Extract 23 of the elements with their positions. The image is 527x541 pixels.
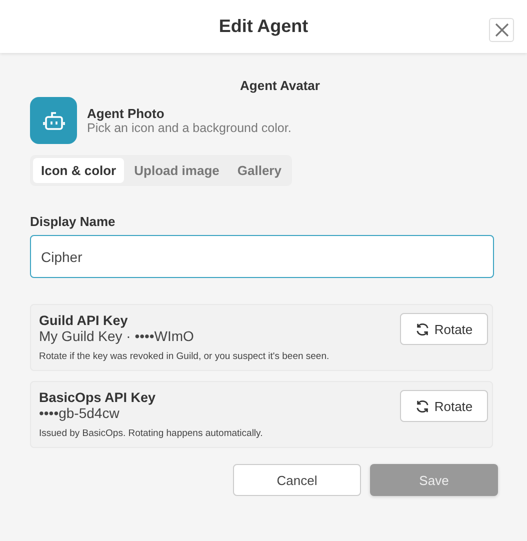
refresh-icon <box>415 322 430 336</box>
key-value: ••••gb-5d4cw <box>39 405 120 421</box>
key-note: Rotate if the key was revoked in Guild, or you suspect it's been seen. <box>39 351 330 362</box>
key-title: BasicOps API Key <box>39 390 156 405</box>
close-button[interactable] <box>489 18 514 42</box>
field-label: Display Name <box>30 214 116 229</box>
refresh-icon <box>415 398 430 414</box>
photo-title: Agent Photo <box>87 106 166 121</box>
key-title: Guild API Key <box>39 313 129 328</box>
photo-hint: Pick an icon and a background color. <box>87 121 292 135</box>
cancel-button[interactable]: Cancel <box>233 464 361 496</box>
key-value: My Guild Key · ••••WImO <box>39 328 194 344</box>
section-heading: Agent Avatar <box>240 78 320 93</box>
rotate-button[interactable]: Rotate <box>400 390 488 422</box>
close-icon <box>494 22 510 38</box>
tab[interactable]: Icon & color <box>33 158 124 183</box>
key-note: Issued by BasicOps. Rotating happens automatically. <box>39 428 264 439</box>
name-field[interactable]: Cipher <box>30 235 494 278</box>
dialog-title: Edit Agent <box>218 16 308 37</box>
robot-avatar[interactable] <box>30 97 77 144</box>
tab[interactable]: Upload image <box>126 158 228 183</box>
tab[interactable]: Gallery <box>229 158 290 183</box>
rotate-button[interactable]: Rotate <box>400 313 488 345</box>
